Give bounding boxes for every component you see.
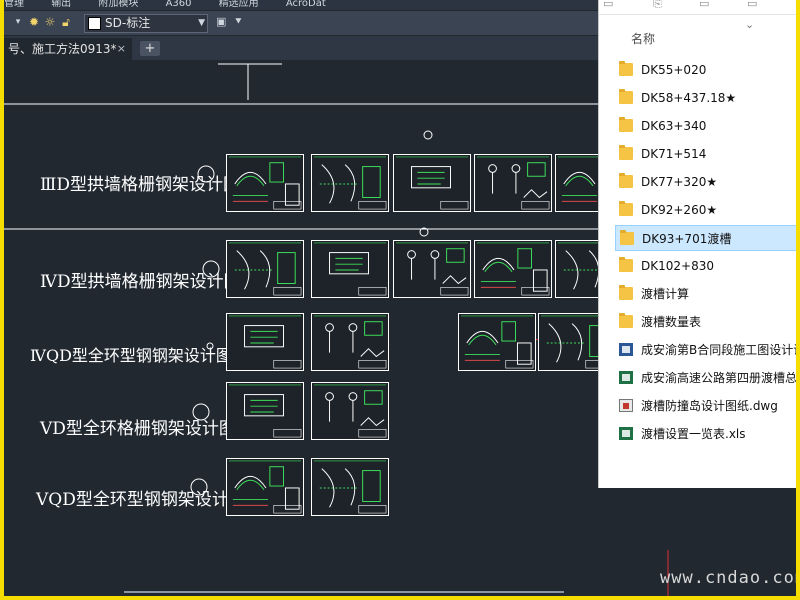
folder-icon [619, 201, 633, 216]
folder-icon [619, 257, 633, 272]
file-list-item[interactable]: 成安渝第B合同段施工图设计说 [615, 337, 796, 363]
file-list-item[interactable]: 渡槽数量表 [615, 309, 796, 335]
explorer-toolbar: ▭ ⎘ ▭ ▭ [599, 0, 796, 15]
row-label-3d: ⅢD型拱墙格栅钢架设计图 [40, 175, 241, 195]
folder-icon [619, 89, 633, 104]
drawing-sheet[interactable] [311, 154, 389, 212]
row-label-4d: ⅣD型拱墙格栅钢架设计图 [40, 272, 241, 292]
file-list-item[interactable]: DK92+260★ [615, 197, 796, 223]
drawing-sheet[interactable] [226, 240, 304, 298]
chevron-down-icon: ▼ [198, 18, 205, 28]
drawing-sheet[interactable] [474, 240, 552, 298]
file-list-item[interactable]: DK71+514 [615, 141, 796, 167]
row-label-5qd: ⅤQD型全环型钢钢架设计图 [36, 490, 246, 510]
excel-icon [619, 371, 633, 384]
layer-name: SD-标注 [105, 16, 151, 30]
drawing-sheet[interactable] [226, 458, 304, 516]
menu-item-featured-apps[interactable]: 精选应用 [219, 0, 259, 9]
drawing-sheet[interactable] [474, 154, 552, 212]
close-icon[interactable]: × [117, 38, 126, 60]
folder-icon [619, 285, 633, 300]
folder-icon [620, 230, 634, 245]
drawing-sheet[interactable] [458, 313, 536, 371]
folder-icon [619, 61, 633, 76]
drawing-sheet[interactable] [226, 313, 304, 371]
file-list-item[interactable]: DK102+830 [615, 253, 796, 279]
file-name: 成安渝第B合同段施工图设计说 [641, 343, 796, 357]
file-name: 渡槽设置一览表.xls [641, 427, 746, 441]
sun-icon[interactable]: ☼ [44, 16, 56, 28]
file-list-item[interactable]: 渡槽防撞岛设计图纸.dwg [615, 393, 796, 419]
paste-icon[interactable]: ⎘ [653, 0, 662, 11]
menu-item-addins[interactable]: 附加模块 [98, 0, 138, 9]
expand-arrow-icon[interactable]: ⯆ [234, 15, 243, 29]
file-list-item[interactable]: 渡槽计算 [615, 281, 796, 307]
file-name: 渡槽计算 [641, 287, 690, 301]
file-name: DK77+320★ [641, 175, 718, 189]
menu-item-a360[interactable]: A360 [166, 0, 192, 9]
folder-icon [619, 313, 633, 328]
file-name: 成安渝高速公路第四册渡槽总目 [641, 371, 796, 385]
file-list-item[interactable]: DK63+340 [615, 113, 796, 139]
layer-panel-icon[interactable]: ▣ [216, 15, 226, 28]
file-name: 渡槽数量表 [641, 315, 702, 329]
document-tab-bar: 号、施工方法0913* × + [4, 36, 604, 60]
drawing-sheet[interactable] [311, 313, 389, 371]
file-name: DK102+830 [641, 259, 714, 273]
sort-chevron-icon[interactable]: ⌄ [745, 18, 754, 31]
folder-icon [619, 117, 633, 132]
file-name: DK58+437.18★ [641, 91, 737, 105]
drawing-sheet[interactable] [311, 382, 389, 440]
file-name: DK71+514 [641, 147, 707, 161]
dwg-icon [619, 399, 633, 412]
new-tab-button[interactable]: + [140, 41, 160, 56]
autocad-window: 管理 输出 附加模块 A360 精选应用 AcroDat ▾ ✹ ☼ 🔓︎ SD… [4, 0, 796, 596]
watermark: www.cndao.com [660, 568, 796, 588]
layer-color-swatch [88, 17, 101, 30]
file-list-item[interactable]: DK55+020 [615, 57, 796, 83]
word-icon [619, 343, 633, 356]
folder-icon [619, 145, 633, 160]
column-header-name[interactable]: 名称 [631, 30, 655, 47]
copy-icon[interactable]: ▭ [603, 0, 613, 10]
file-name: 渡槽防撞岛设计图纸.dwg [641, 399, 778, 413]
tab-label: 号、施工方法0913* [8, 42, 117, 56]
file-list-item[interactable]: DK58+437.18★ [615, 85, 796, 111]
file-explorer-panel: ▭ ⎘ ▭ ▭ ⌄ 名称 DK55+020 DK58+437.18★ DK63+34… [598, 0, 796, 488]
excel-icon [619, 427, 633, 440]
menu-item-output[interactable]: 输出 [51, 0, 71, 9]
row-label-5d: ⅤD型全环格栅钢架设计图 [40, 419, 236, 439]
file-name: DK93+701渡槽 [642, 232, 732, 246]
dropdown-arrow-icon[interactable]: ▾ [12, 16, 24, 28]
file-list-item[interactable]: 渡槽设置一览表.xls [615, 421, 796, 447]
folder-icon [619, 173, 633, 188]
layer-toolbar: ▾ ✹ ☼ 🔓︎ SD-标注 ▼ ▣ ⯆ [4, 11, 604, 35]
drawing-sheet[interactable] [311, 240, 389, 298]
drawing-sheet[interactable] [393, 154, 471, 212]
file-list-item[interactable]: 成安渝高速公路第四册渡槽总目 [615, 365, 796, 391]
menu-item-acrodat[interactable]: AcroDat [286, 0, 326, 9]
delete-icon[interactable]: ▭ [747, 0, 757, 10]
tab-drawing[interactable]: 号、施工方法0913* × [4, 38, 132, 60]
row-label-4qd: ⅣQD型全环型钢钢架设计图 [30, 346, 232, 365]
drawing-sheet[interactable] [311, 458, 389, 516]
file-name: DK55+020 [641, 63, 707, 77]
layer-select[interactable]: SD-标注 ▼ [84, 14, 208, 33]
drawing-sheet[interactable] [393, 240, 471, 298]
drawing-sheet[interactable] [226, 382, 304, 440]
file-name: DK63+340 [641, 119, 707, 133]
drawing-sheet[interactable] [226, 154, 304, 212]
lightbulb-icon[interactable]: ✹ [28, 16, 40, 28]
file-name: DK92+260★ [641, 203, 718, 217]
ribbon-menu: 管理 输出 附加模块 A360 精选应用 AcroDat [4, 0, 604, 10]
menu-item-manage[interactable]: 管理 [4, 0, 24, 9]
file-list-item[interactable]: DK93+701渡槽 [615, 225, 796, 251]
lock-icon[interactable]: 🔓︎ [60, 16, 72, 28]
file-list-item[interactable]: DK77+320★ [615, 169, 796, 195]
rename-icon[interactable]: ▭ [699, 0, 709, 10]
